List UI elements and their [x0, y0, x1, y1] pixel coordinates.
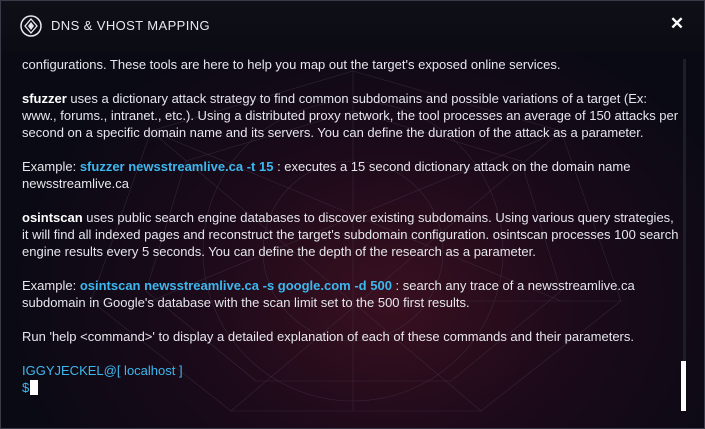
help-text-area: configurations. These tools are here to …: [22, 56, 682, 401]
text-cursor: [30, 380, 39, 395]
window-title: DNS & VHOST MAPPING: [51, 18, 211, 33]
terminal-prompt-symbol: $: [22, 380, 30, 395]
dns-vhost-window: DNS & VHOST MAPPING ✕ configurations. Th…: [0, 0, 705, 429]
osintscan-example: Example: osintscan newsstreamlive.ca -s …: [22, 277, 682, 311]
osintscan-example-command: osintscan newsstreamlive.ca -s google.co…: [79, 278, 392, 293]
help-hint: Run 'help <command>' to display a detail…: [22, 329, 634, 344]
close-icon[interactable]: ✕: [669, 15, 685, 32]
intro-paragraph: configurations. These tools are here to …: [22, 57, 561, 72]
sfuzzer-command-name: sfuzzer: [22, 91, 67, 106]
app-logo-icon: [20, 15, 42, 37]
osintscan-example-label: Example:: [22, 278, 80, 293]
terminal-input-line[interactable]: $: [22, 379, 682, 396]
scrollbar-track[interactable]: [683, 59, 686, 409]
osintscan-desc-text: uses public search engine databases to d…: [22, 210, 679, 259]
osintscan-description: osintscan uses public search engine data…: [22, 209, 682, 260]
terminal-prompt-user: IGGYJECKEL@[ localhost ]: [22, 363, 183, 378]
scrollbar-thumb[interactable]: [681, 361, 686, 411]
sfuzzer-description: sfuzzer uses a dictionary attack strateg…: [22, 90, 682, 141]
title-bar: DNS & VHOST MAPPING ✕: [1, 1, 704, 53]
sfuzzer-example-label: Example:: [22, 159, 80, 174]
osintscan-command-name: osintscan: [22, 210, 83, 225]
sfuzzer-example: Example: sfuzzer newsstreamlive.ca -t 15…: [22, 158, 682, 192]
sfuzzer-example-command: sfuzzer newsstreamlive.ca -t 15: [79, 159, 274, 174]
sfuzzer-desc-text: uses a dictionary attack strategy to fin…: [22, 91, 679, 140]
